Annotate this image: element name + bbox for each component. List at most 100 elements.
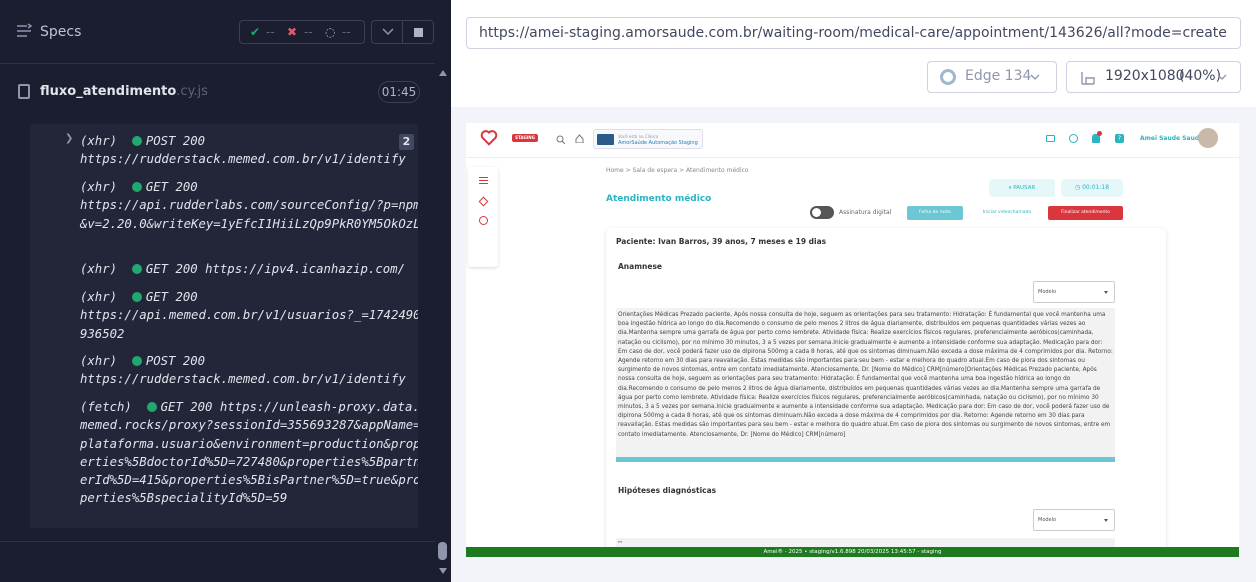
spec-file-row[interactable]: fluxo_atendimento.cy.js 01:45 (16, 78, 420, 108)
chevron-right-icon[interactable]: ❯ (65, 133, 73, 144)
command-url: https://api.rudderlabs.com/sourceConfig/… (80, 198, 418, 231)
avatar[interactable] (1198, 128, 1218, 148)
menu-icon[interactable] (479, 177, 488, 178)
status-dot-icon (131, 292, 142, 302)
command-row[interactable]: (xhr) GET 200 https://api.rudderlabs.com… (80, 178, 418, 233)
pending-count: -- (342, 25, 351, 39)
scroll-up-icon[interactable] (439, 70, 447, 76)
command-row[interactable]: (fetch) GET 200 https://unleash-proxy.da… (80, 398, 418, 508)
chevron-down-icon (1030, 74, 1040, 80)
command-type: (xhr) (80, 180, 118, 194)
stop-icon (414, 28, 423, 37)
heart-logo-icon[interactable] (480, 129, 498, 147)
signature-label: Assinatura digital (839, 209, 892, 216)
url-bar[interactable]: https://amei-staging.amorsaude.com.br/wa… (466, 17, 1241, 49)
browser-name: Edge 134 (965, 68, 1032, 84)
spec-name: fluxo_atendimento.cy.js (40, 84, 208, 99)
chevron-down-icon (1217, 74, 1227, 80)
command-type: (xhr) (80, 290, 118, 304)
chevron-down-icon (1104, 291, 1108, 294)
card-icon[interactable] (1046, 135, 1055, 142)
status-dot-icon (131, 264, 142, 274)
specs-menu-icon[interactable] (16, 23, 32, 39)
app-iframe: STAGING Você está na Clínica AmorSaúde A… (466, 123, 1239, 557)
command-method: POST 200 (145, 354, 206, 368)
app-header: STAGING Você está na Clínica AmorSaúde A… (466, 123, 1239, 158)
passed-count: -- (266, 25, 275, 39)
anamnese-scroll-bar[interactable] (616, 457, 1115, 462)
command-method: GET 200 (160, 400, 213, 414)
staging-badge: STAGING (512, 134, 538, 142)
anamnese-model-select[interactable]: Modelo (1033, 281, 1115, 303)
expand-button[interactable] (371, 20, 403, 44)
specs-title[interactable]: Specs (40, 24, 81, 40)
pause-button[interactable]: ⏸ PAUSAR (989, 179, 1055, 197)
command-url: https://api.memed.com.br/v1/usuarios?_=1… (80, 308, 418, 341)
model-label: Modelo (1038, 289, 1057, 295)
pill-icon[interactable] (479, 216, 488, 225)
anamnese-textarea[interactable]: Orientações Médicas Prezado paciente, Ap… (616, 308, 1115, 458)
pending-icon: ◌ (325, 25, 336, 39)
anamnese-title: Anamnese (618, 262, 662, 271)
scroll-down-icon[interactable] (439, 568, 447, 574)
aut-panel: https://amei-staging.amorsaude.com.br/wa… (451, 0, 1256, 582)
clinic-label: Você está na Clínica (618, 134, 659, 139)
command-type: (xhr) (80, 134, 118, 148)
viewport-selector[interactable]: 1920x1080 (40%) (1066, 61, 1241, 93)
spec-name-text: fluxo_atendimento (40, 84, 177, 99)
signature-toggle[interactable] (810, 206, 834, 219)
command-row[interactable]: (xhr) GET 200 https://api.memed.com.br/v… (80, 288, 418, 343)
command-url: https://rudderstack.memed.com.br/v1/iden… (80, 372, 406, 387)
clinic-thumbnail (597, 134, 614, 145)
viewport-size: 1920x1080 (1105, 68, 1185, 84)
passed-icon: ✔ (250, 25, 261, 39)
finish-appointment-button[interactable]: Finalizar atendimento (1048, 206, 1123, 220)
command-url: https://rudderstack.memed.com.br/v1/iden… (80, 152, 406, 167)
toggle-knob (812, 208, 821, 217)
hipoteses-title: Hipóteses diagnósticas (618, 486, 717, 495)
breadcrumb[interactable]: Home > Sala de espera > Atendimento médi… (606, 167, 749, 174)
edge-icon (940, 69, 956, 85)
status-dot-icon (131, 182, 142, 192)
test-stats: ✔ -- ✖ -- ◌ -- (239, 20, 365, 44)
stop-button[interactable] (402, 20, 434, 44)
app-sidebar (468, 167, 498, 267)
settings-icon[interactable] (1069, 134, 1078, 143)
specs-header: Specs ✔ -- ✖ -- ◌ -- (0, 0, 435, 64)
spec-ext: .cy.js (176, 84, 208, 99)
command-url: https://unleash-proxy.data.memed.rocks/p… (80, 400, 418, 506)
scrollbar[interactable] (435, 64, 451, 582)
page-title: Atendimento médico (606, 194, 712, 204)
command-method: GET 200 (145, 262, 198, 276)
home-icon[interactable] (575, 134, 584, 143)
status-dot-icon (131, 356, 142, 366)
clinic-name: AmorSaúde Automação Staging (618, 140, 698, 146)
search-icon[interactable] (556, 135, 565, 144)
command-row[interactable]: (xhr) GET 200 https://ipv4.icanhazip.com… (80, 260, 418, 278)
patient-info: Paciente: Ivan Barros, 39 anos, 7 meses … (616, 237, 827, 246)
command-row[interactable]: (xhr) POST 200 https://rudderstack.memed… (80, 352, 418, 389)
failed-icon: ✖ (287, 25, 298, 39)
command-count-badge: 2 (399, 134, 414, 150)
file-icon (18, 84, 30, 99)
hipoteses-model-select[interactable]: Modelo (1033, 509, 1115, 531)
notification-dot (1097, 131, 1102, 136)
timer-value: 00:01:18 (1082, 184, 1110, 191)
pen-icon[interactable] (478, 196, 489, 207)
user-name[interactable]: Amei Saude Saude (1140, 135, 1203, 142)
failed-count: -- (304, 25, 313, 39)
command-log: (xhr) POST 200 https://rudderstack.memed… (30, 124, 418, 528)
video-call-button[interactable]: Iniciar videochamada (971, 206, 1043, 220)
scroll-thumb[interactable] (438, 542, 447, 560)
browser-selector[interactable]: Edge 134 (927, 61, 1057, 93)
model-label: Modelo (1038, 517, 1057, 523)
help-icon[interactable]: ? (1115, 134, 1124, 143)
clinic-selector[interactable]: Você está na Clínica AmorSaúde Automação… (593, 129, 703, 149)
command-method: POST 200 (145, 134, 206, 148)
chevron-down-icon (1104, 519, 1108, 522)
command-row[interactable]: (xhr) POST 200 https://rudderstack.memed… (80, 132, 418, 169)
appointment-card: Paciente: Ivan Barros, 39 anos, 7 meses … (606, 228, 1166, 557)
command-type: (xhr) (80, 262, 118, 276)
cover-sheet-button[interactable]: Folha de rosto (907, 206, 963, 220)
command-method: GET 200 (145, 290, 198, 304)
